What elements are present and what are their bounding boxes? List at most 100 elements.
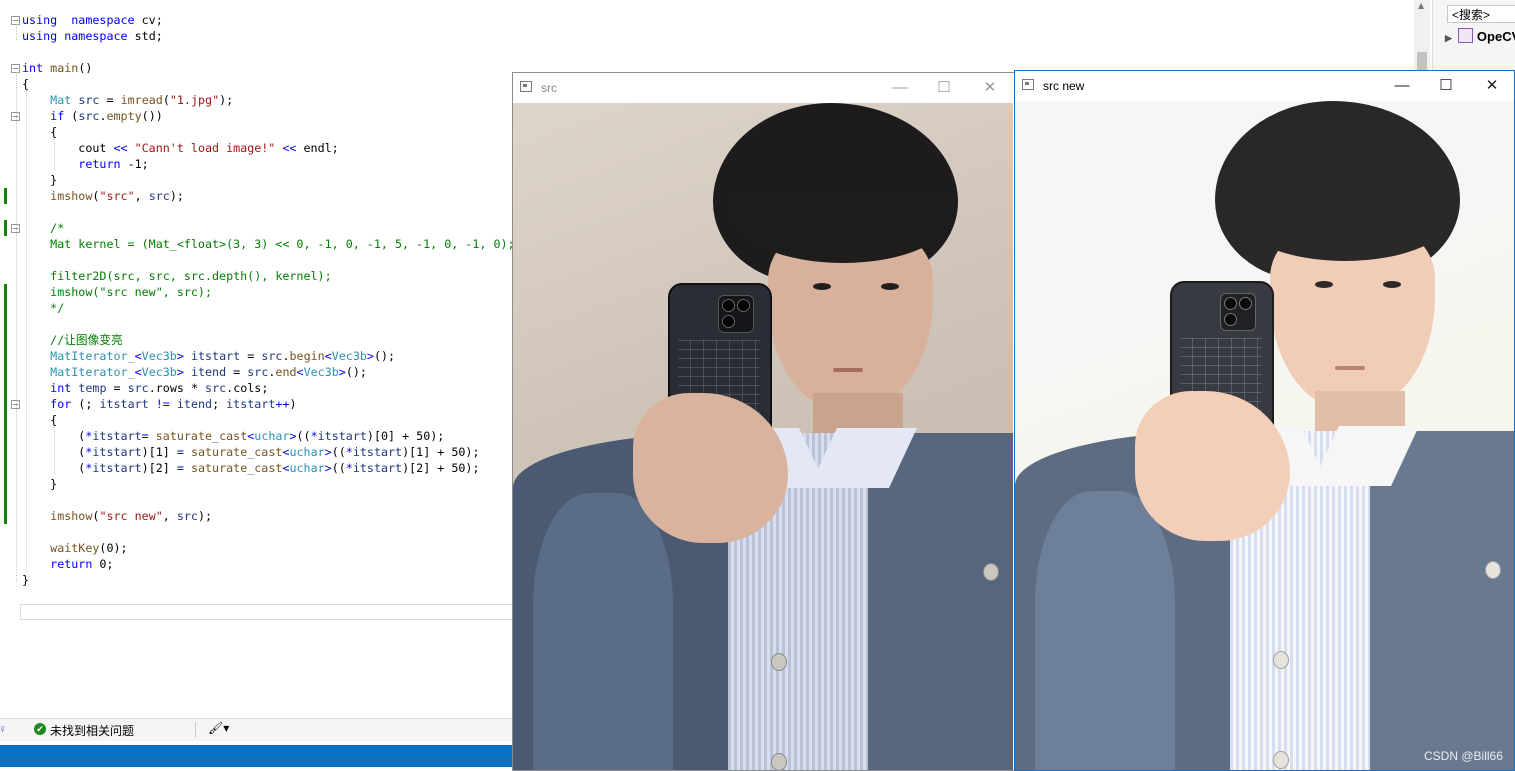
code-token: return — [50, 557, 93, 571]
code-line[interactable]: (*itstart)[2] = saturate_cast<uchar>((*i… — [22, 460, 479, 476]
project-name[interactable]: OpeCV — [1477, 29, 1515, 44]
code-token: endl; — [296, 141, 339, 155]
code-line[interactable]: using namespace cv; — [22, 12, 163, 28]
code-token: saturate_cast — [190, 461, 283, 475]
minimize-button[interactable]: — — [1387, 75, 1417, 97]
window-src-new[interactable]: src new — ☐ ✕ — [1014, 70, 1515, 771]
code-token: uchar — [254, 429, 290, 443]
code-token: } — [22, 173, 58, 187]
check-circle-icon: ✔ — [34, 723, 46, 735]
code-line[interactable]: for (; itstart != itend; itstart++) — [22, 396, 296, 412]
code-token: ++ — [275, 397, 290, 411]
code-token: )[2] — [141, 461, 177, 475]
code-line[interactable]: int main() — [22, 60, 92, 76]
window-title: src — [541, 81, 557, 95]
lightbulb-icon[interactable]: ♀ — [0, 722, 7, 736]
code-line[interactable]: (*itstart)[1] = saturate_cast<uchar>((*i… — [22, 444, 479, 460]
code-token: temp — [78, 381, 107, 395]
scroll-up-arrow-icon[interactable]: ▲ — [1418, 1, 1424, 10]
code-line[interactable]: return 0; — [22, 556, 113, 572]
code-token: return — [78, 157, 121, 171]
code-line[interactable]: /* — [22, 220, 64, 236]
portrait-photo-brightened — [1015, 101, 1514, 770]
code-token: > — [176, 349, 184, 363]
solution-tree[interactable]: ▶ OpeCV — [1445, 28, 1515, 44]
change-indicator — [4, 284, 7, 524]
code-token: = — [240, 349, 262, 363]
brush-icon[interactable]: 🖌▾ — [208, 721, 229, 735]
code-line[interactable]: //让图像变亮 — [22, 332, 123, 348]
code-line[interactable]: cout << "Cann't load image!" << endl; — [22, 140, 339, 156]
image-display-src-new — [1015, 101, 1514, 770]
code-line[interactable]: } — [22, 476, 57, 492]
code-token: (); — [373, 349, 396, 363]
close-button[interactable]: ✕ — [1477, 75, 1507, 97]
code-line[interactable]: int temp = src.rows * src.cols; — [22, 380, 268, 396]
code-line[interactable]: (*itstart= saturate_cast<uchar>((*itstar… — [22, 428, 444, 444]
code-token: if — [50, 109, 65, 123]
minimize-button[interactable]: — — [885, 77, 915, 99]
code-line[interactable]: imshow("src new", src); — [22, 284, 212, 300]
code-line[interactable]: } — [22, 572, 29, 588]
expand-arrow-icon[interactable]: ▶ — [1445, 33, 1452, 43]
code-token: << — [282, 141, 297, 155]
maximize-button[interactable]: ☐ — [1431, 75, 1461, 97]
code-line[interactable]: waitKey(0); — [22, 540, 127, 556]
code-line[interactable]: MatIterator_<Vec3b> itstart = src.begin<… — [22, 348, 395, 364]
indent-guide — [16, 24, 17, 40]
code-token: , — [134, 189, 149, 203]
code-token: imshow("src new", src); — [50, 285, 212, 299]
code-token: src — [127, 381, 149, 395]
code-line[interactable]: Mat src = imread("1.jpg"); — [22, 92, 233, 108]
code-line[interactable]: } — [22, 172, 57, 188]
code-line[interactable]: imshow("src new", src); — [22, 508, 212, 524]
code-line[interactable]: if (src.empty()) — [22, 108, 163, 124]
code-token: for — [50, 397, 72, 411]
code-token: .rows * — [148, 381, 206, 395]
window-titlebar[interactable]: src — ☐ ✕ — [513, 73, 1014, 103]
code-line[interactable]: return -1; — [22, 156, 149, 172]
code-line[interactable]: { — [22, 412, 57, 428]
code-line[interactable]: filter2D(src, src, src.depth(), kernel); — [22, 268, 332, 284]
close-button[interactable]: ✕ — [975, 77, 1005, 99]
code-token: < — [134, 349, 142, 363]
code-token: "src" — [99, 189, 135, 203]
issues-status-text[interactable]: 未找到相关问题 — [50, 722, 134, 739]
code-token: Vec3b — [331, 349, 367, 363]
code-token: filter2D(src, src, src.depth(), kernel); — [50, 269, 332, 283]
code-token: (( — [331, 461, 346, 475]
solution-search-input[interactable]: <搜索> — [1447, 5, 1515, 23]
window-titlebar[interactable]: src new — ☐ ✕ — [1015, 71, 1514, 101]
code-line[interactable]: */ — [22, 300, 64, 316]
window-src[interactable]: src — ☐ ✕ — [512, 72, 1015, 771]
code-token: } — [22, 477, 58, 491]
code-token: * — [345, 461, 353, 475]
code-token: //让图像变亮 — [50, 333, 123, 347]
code-token: "1.jpg" — [169, 93, 220, 107]
current-line-highlight — [20, 604, 513, 620]
code-token: MatIterator_ — [50, 349, 135, 363]
code-token: -1; — [120, 157, 149, 171]
code-line[interactable]: { — [22, 76, 29, 92]
code-line[interactable]: using namespace std; — [22, 28, 163, 44]
code-token: = — [226, 365, 248, 379]
maximize-button[interactable]: ☐ — [929, 77, 959, 99]
code-token: > — [338, 365, 346, 379]
code-token: itstart — [92, 429, 142, 443]
code-token: { — [22, 413, 58, 427]
code-line[interactable]: imshow("src", src); — [22, 188, 184, 204]
code-line[interactable]: { — [22, 124, 57, 140]
code-token: itstart — [99, 397, 149, 411]
code-token: itend — [176, 397, 213, 411]
code-token: itstart — [226, 397, 276, 411]
code-line[interactable]: MatIterator_<Vec3b> itend = src.end<Vec3… — [22, 364, 367, 380]
code-line[interactable]: Mat kernel = (Mat_<float>(3, 3) << 0, -1… — [22, 236, 514, 252]
scrollbar-thumb[interactable] — [1417, 52, 1427, 72]
